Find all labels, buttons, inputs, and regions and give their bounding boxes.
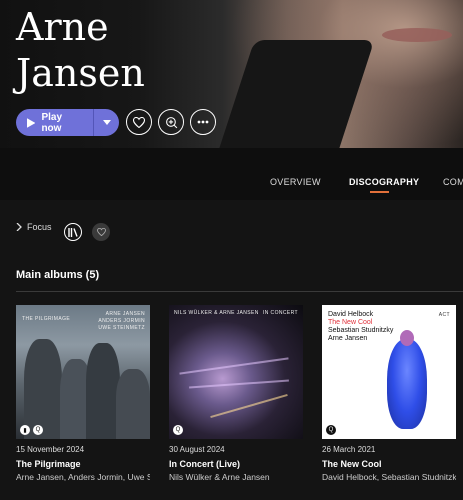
cover-art-rock bbox=[116, 369, 150, 439]
tab-discography[interactable]: DISCOGRAPHY bbox=[349, 177, 419, 187]
album-card-new-cool[interactable]: David Helbock The New Cool Sebastian Stu… bbox=[322, 305, 456, 482]
library-icon bbox=[68, 227, 78, 237]
cover-artist-text: Arne Jansen bbox=[328, 335, 368, 342]
hero-photo-face bbox=[382, 28, 452, 42]
artist-name: Arne Jansen bbox=[16, 4, 145, 96]
heart-icon bbox=[133, 116, 145, 128]
focus-label: Focus bbox=[27, 222, 52, 232]
cover-badges: ▮ Q bbox=[20, 425, 43, 435]
play-options-dropdown[interactable] bbox=[94, 120, 119, 125]
cover-art-rock bbox=[86, 343, 120, 439]
favorites-filter-button[interactable] bbox=[92, 223, 110, 241]
cover-label-text: ACT bbox=[438, 312, 450, 318]
active-tab-indicator bbox=[370, 191, 389, 193]
qobuz-badge-icon: Q bbox=[33, 425, 43, 435]
cover-badges: Q bbox=[326, 425, 336, 435]
album-release-date: 26 March 2021 bbox=[322, 445, 376, 454]
tab-compositions[interactable]: COM bbox=[443, 177, 463, 187]
cover-art-light-streak bbox=[189, 379, 289, 389]
cover-artist-text: UWE STEINMETZ bbox=[98, 325, 145, 331]
play-icon bbox=[27, 117, 36, 128]
qobuz-badge-icon: Q bbox=[326, 425, 336, 435]
album-card-pilgrimage[interactable]: THE PILGRIMAGE ARNE JANSEN ANDERS JORMIN… bbox=[16, 305, 150, 482]
artist-name-line-1: Arne bbox=[16, 5, 109, 49]
cover-title-text: IN CONCERT bbox=[262, 310, 298, 316]
tab-overview[interactable]: OVERVIEW bbox=[270, 177, 321, 187]
focus-filter-toggle[interactable]: Focus bbox=[16, 222, 52, 232]
album-cover[interactable]: NILS WÜLKER & ARNE JANSEN IN CONCERT Q bbox=[169, 305, 303, 439]
play-now-button[interactable]: Play now bbox=[16, 112, 82, 134]
cover-art-figure-head bbox=[400, 330, 414, 346]
album-artists[interactable]: David Helbock, Sebastian Studnitzky bbox=[322, 472, 456, 482]
cover-badges: Q bbox=[173, 425, 183, 435]
cover-art-light-streak bbox=[210, 394, 288, 418]
album-title[interactable]: In Concert (Live) bbox=[169, 459, 240, 469]
section-divider bbox=[16, 291, 463, 292]
more-options-button[interactable] bbox=[190, 109, 216, 135]
album-cover[interactable]: THE PILGRIMAGE ARNE JANSEN ANDERS JORMIN… bbox=[16, 305, 150, 439]
cover-artist-text: ANDERS JORMIN bbox=[98, 318, 145, 324]
main-albums-heading: Main albums (5) bbox=[16, 269, 100, 281]
cover-art-light-streak bbox=[179, 357, 289, 375]
more-horizontal-icon bbox=[197, 120, 209, 124]
album-release-date: 30 August 2024 bbox=[169, 445, 225, 454]
artist-name-line-2: Jansen bbox=[16, 51, 145, 95]
cover-artist-text: Sebastian Studnitzky bbox=[328, 327, 394, 334]
heart-icon bbox=[96, 228, 106, 236]
album-artists[interactable]: Arne Jansen, Anders Jormin, Uwe Steinmet… bbox=[16, 472, 150, 482]
album-title[interactable]: The New Cool bbox=[322, 459, 382, 469]
cover-art-figure bbox=[387, 339, 427, 429]
album-release-date: 15 November 2024 bbox=[16, 445, 85, 454]
cover-artist-text: NILS WÜLKER & ARNE JANSEN bbox=[174, 310, 259, 316]
cover-title-text: The New Cool bbox=[328, 319, 373, 326]
cover-artist-text: ARNE JANSEN bbox=[105, 311, 145, 317]
cover-artist-text: David Helbock bbox=[328, 311, 374, 318]
favorite-button[interactable] bbox=[126, 109, 152, 135]
album-title[interactable]: The Pilgrimage bbox=[16, 459, 81, 469]
play-now-label: Play now bbox=[41, 111, 63, 134]
album-cover[interactable]: David Helbock The New Cool Sebastian Stu… bbox=[322, 305, 456, 439]
artist-tabs: OVERVIEW DISCOGRAPHY COM bbox=[0, 148, 463, 200]
album-artists[interactable]: Nils Wülker & Arne Jansen bbox=[169, 472, 303, 482]
caret-down-icon bbox=[102, 120, 111, 125]
add-to-library-button[interactable] bbox=[158, 109, 184, 135]
qobuz-badge-icon: Q bbox=[173, 425, 183, 435]
cover-title-text: THE PILGRIMAGE bbox=[22, 316, 71, 322]
hires-filter-button[interactable] bbox=[64, 223, 82, 241]
play-now-button-group: Play now bbox=[16, 109, 119, 136]
chevron-right-icon bbox=[16, 223, 22, 231]
hires-badge-icon: ▮ bbox=[20, 425, 30, 435]
album-card-in-concert[interactable]: NILS WÜLKER & ARNE JANSEN IN CONCERT Q 3… bbox=[169, 305, 303, 482]
add-to-library-icon bbox=[165, 116, 177, 128]
cover-art-rock bbox=[24, 339, 62, 439]
